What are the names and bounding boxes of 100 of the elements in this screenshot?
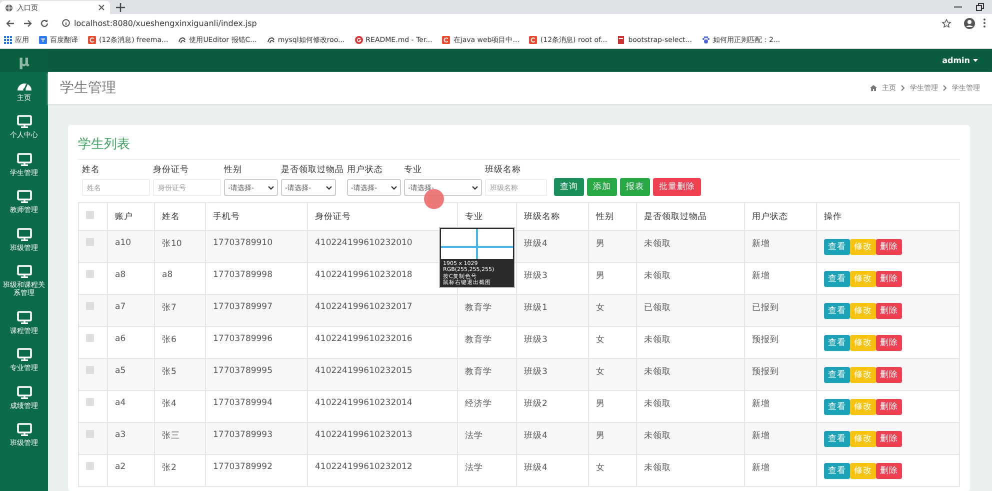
field-label: 身份证号 (153, 164, 190, 176)
table-cell: 未领取 (644, 399, 671, 409)
table-cell: 已领取 (644, 303, 671, 313)
checkbox[interactable] (86, 366, 94, 374)
restore-icon[interactable] (976, 3, 984, 11)
table-cell: 张7 (162, 303, 176, 313)
table-cell: 张4 (162, 399, 176, 409)
account-icon[interactable] (964, 18, 975, 28)
delete-button[interactable]: 删除 (876, 431, 902, 447)
checkbox[interactable] (86, 430, 94, 438)
view-button[interactable]: 查看 (824, 335, 850, 351)
chevron-down-icon (391, 186, 397, 190)
add-button[interactable]: 添加 (587, 178, 617, 196)
table-cell: 未领取 (644, 431, 671, 441)
info-icon (62, 19, 70, 27)
monitor-icon (16, 264, 32, 278)
table-cell: 未领取 (644, 463, 671, 473)
column-header: 手机号 (213, 212, 240, 222)
table-cell: 经济学 (465, 399, 492, 409)
apps-icon (4, 36, 12, 44)
forward-icon[interactable] (23, 18, 32, 28)
checkbox[interactable] (86, 302, 94, 310)
column-header: 身份证号 (315, 212, 351, 222)
table-cell: a10 (115, 238, 132, 248)
table-cell: a6 (115, 334, 126, 344)
table-cell: 未领取 (644, 271, 671, 281)
table-cell: 法学 (465, 431, 483, 441)
c-logo-icon (529, 36, 538, 44)
table-cell: a8 (115, 270, 126, 280)
delete-button[interactable]: 删除 (876, 367, 902, 383)
view-button[interactable]: 查看 (824, 431, 850, 447)
cursor-highlight (424, 189, 444, 209)
field-label: 用户状态 (347, 164, 384, 176)
user-menu[interactable]: admin (942, 56, 978, 65)
reload-icon[interactable] (40, 18, 49, 28)
monitor-icon (16, 348, 32, 362)
view-button[interactable]: 查看 (824, 271, 850, 287)
table-cell: 班级3 (524, 335, 548, 345)
batch-delete-button[interactable]: 批量删除 (653, 178, 701, 196)
view-button[interactable]: 查看 (824, 367, 850, 383)
chevron-icon (943, 85, 947, 91)
table-cell: a4 (115, 398, 126, 408)
table-cell: 410224199610232013 (315, 430, 412, 440)
table-cell: 张5 (162, 367, 176, 377)
view-button[interactable]: 查看 (824, 239, 850, 255)
view-button[interactable]: 查看 (824, 463, 850, 479)
delete-button[interactable]: 删除 (876, 303, 902, 319)
table-cell: 410224199610232017 (315, 302, 412, 312)
chevron-icon (901, 85, 905, 91)
table-cell: 女 (596, 367, 605, 377)
field-label: 班级名称 (485, 164, 522, 176)
field-label: 性别 (224, 164, 243, 176)
chevron-down-icon (472, 186, 478, 190)
delete-button[interactable]: 删除 (876, 463, 902, 479)
table-cell: a7 (115, 302, 126, 312)
chevron-down-icon (326, 186, 332, 190)
table-cell: a8 (162, 270, 173, 280)
table-cell: 新增 (752, 463, 770, 473)
chevron-down-icon (268, 186, 274, 190)
table-cell: 17703789997 (213, 302, 272, 312)
checkbox[interactable] (86, 462, 94, 470)
delete-button[interactable]: 删除 (876, 335, 902, 351)
back-icon[interactable] (6, 18, 15, 28)
field-label: 是否领取过物品 (281, 164, 344, 176)
table-cell: 张6 (162, 335, 176, 345)
checkbox[interactable] (86, 211, 94, 219)
column-header: 是否领取过物品 (644, 212, 707, 222)
delete-button[interactable]: 删除 (876, 271, 902, 287)
view-button[interactable]: 查看 (824, 399, 850, 415)
checkbox[interactable] (86, 398, 94, 406)
delete-button[interactable]: 删除 (876, 239, 902, 255)
view-button[interactable]: 查看 (824, 303, 850, 319)
column-header: 操作 (824, 212, 842, 222)
field-label: 姓名 (82, 164, 101, 176)
table-cell: a5 (115, 366, 126, 376)
more-icon[interactable] (983, 18, 986, 28)
app-logo: μ (0, 49, 48, 72)
delete-button[interactable]: 删除 (876, 399, 902, 415)
address-bar[interactable]: localhost:8080/xueshengxinxiguanli/index.jsp (57, 16, 956, 30)
table-cell: 预报到 (752, 335, 779, 345)
paw-icon (702, 36, 710, 44)
table-cell: 410224199610232012 (315, 462, 412, 472)
report-button[interactable]: 报表 (620, 178, 650, 196)
table-cell: 410224199610232016 (315, 334, 412, 344)
monitor-icon (16, 115, 32, 128)
table-cell: 未领取 (644, 335, 671, 345)
close-icon (98, 4, 105, 11)
checkbox[interactable] (86, 270, 94, 278)
column-header: 班级名称 (524, 212, 560, 222)
plus-icon[interactable] (116, 3, 125, 12)
monitor-icon (16, 422, 32, 436)
search-button[interactable]: 查询 (554, 178, 584, 196)
table-cell: 张三 (162, 431, 180, 441)
page-icon (617, 36, 626, 44)
table-cell: 410224199610232010 (315, 238, 412, 248)
translate-icon (39, 36, 47, 44)
star-icon[interactable] (942, 18, 951, 28)
table-cell: 班级2 (524, 399, 548, 409)
checkbox[interactable] (86, 238, 94, 246)
checkbox[interactable] (86, 334, 94, 342)
